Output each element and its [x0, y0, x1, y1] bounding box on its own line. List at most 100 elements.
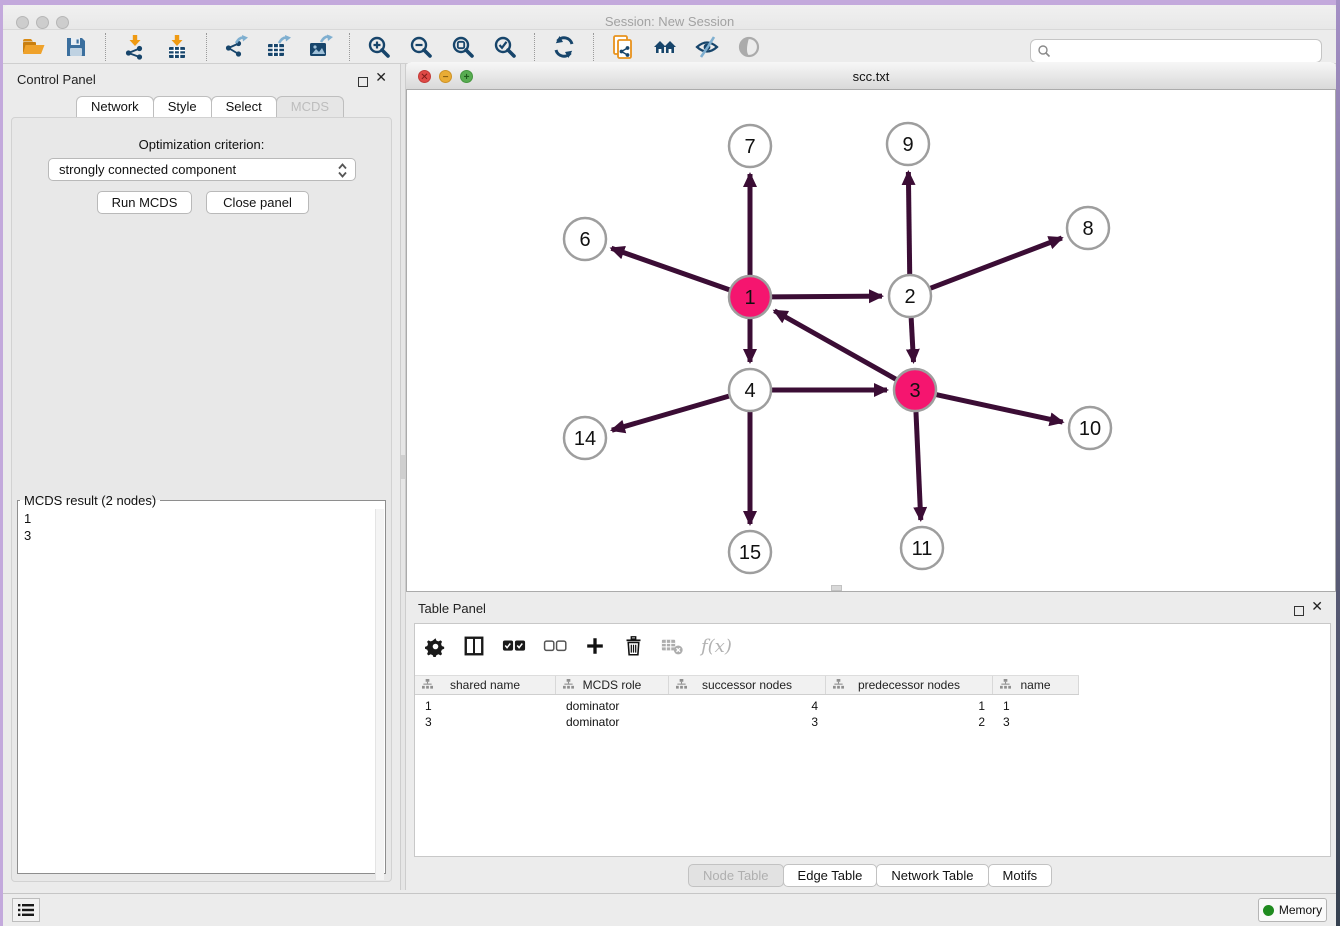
split-view-icon[interactable] [463, 635, 485, 657]
cell-name: 3 [993, 714, 1079, 730]
table-row[interactable]: 3dominator323 [415, 714, 1079, 730]
search-icon [1037, 44, 1051, 58]
svg-text:8: 8 [1082, 218, 1093, 240]
column-header-name[interactable]: name [993, 676, 1079, 694]
close-panel-button[interactable]: Close panel [206, 191, 309, 214]
network-scrollbar-thumb[interactable] [831, 585, 842, 591]
toolbar-separator [105, 33, 106, 61]
node-7[interactable]: 7 [729, 125, 771, 167]
node-1[interactable]: 1 [729, 276, 771, 318]
dropdown-value: strongly connected component [59, 162, 236, 177]
mcds-result-box: MCDS result (2 nodes) 1 3 [17, 493, 386, 874]
node-15[interactable]: 15 [729, 531, 771, 573]
control-panel-tabs: NetworkStyleSelectMCDS [77, 96, 344, 117]
edge-2-3[interactable] [911, 318, 913, 362]
copy-network-icon[interactable] [610, 34, 636, 60]
column-header-MCDS-role[interactable]: MCDS role [556, 676, 669, 694]
svg-text:10: 10 [1079, 418, 1101, 440]
tab-network[interactable]: Network [76, 96, 154, 117]
memory-status-icon [1263, 905, 1274, 916]
run-mcds-button[interactable]: Run MCDS [97, 191, 192, 214]
node-14[interactable]: 14 [564, 417, 606, 459]
node-2[interactable]: 2 [889, 275, 931, 317]
toolbar-separator [349, 33, 350, 61]
open-folder-icon[interactable] [21, 34, 47, 60]
edge-1-2[interactable] [772, 296, 882, 297]
tab-edge-table[interactable]: Edge Table [783, 864, 878, 887]
mcds-result-lines: 1 3 [18, 508, 385, 544]
control-panel-title: Control Panel [17, 72, 96, 87]
table-row[interactable]: 1dominator411 [415, 698, 1079, 714]
table-header[interactable]: shared nameMCDS rolesuccessor nodesprede… [415, 675, 1079, 695]
tab-network-table[interactable]: Network Table [876, 864, 988, 887]
optimization-label: Optimization criterion: [3, 137, 400, 152]
search-input[interactable] [1030, 39, 1322, 63]
tab-style[interactable]: Style [153, 96, 212, 117]
cell-successor-nodes: 4 [669, 698, 826, 714]
toolbar-separator [206, 33, 207, 61]
tab-motifs[interactable]: Motifs [988, 864, 1053, 887]
node-8[interactable]: 8 [1067, 207, 1109, 249]
node-9[interactable]: 9 [887, 123, 929, 165]
import-table-icon[interactable] [164, 34, 190, 60]
homes-icon[interactable] [652, 34, 678, 60]
node-4[interactable]: 4 [729, 369, 771, 411]
node-3[interactable]: 3 [894, 369, 936, 411]
cell-name: 1 [993, 698, 1079, 714]
edge-4-14[interactable] [612, 396, 729, 430]
zoom-out-icon[interactable] [408, 34, 434, 60]
float-table-panel-icon[interactable] [1294, 603, 1304, 621]
node-10[interactable]: 10 [1069, 407, 1111, 449]
column-header-shared-name[interactable]: shared name [415, 676, 556, 694]
add-icon[interactable] [584, 635, 606, 657]
edge-1-6[interactable] [611, 248, 729, 289]
search-field[interactable] [1030, 39, 1322, 63]
result-scrollbar[interactable] [375, 509, 384, 880]
memory-button[interactable]: Memory [1258, 898, 1327, 922]
splitter-handle[interactable] [401, 455, 405, 479]
edge-2-8[interactable] [931, 238, 1062, 288]
select-all-icon[interactable] [502, 639, 526, 653]
export-network-icon[interactable] [223, 34, 249, 60]
refresh-layout-icon[interactable] [551, 34, 577, 60]
title-bar: Session: New Session [3, 5, 1336, 30]
close-table-panel-icon[interactable]: ✕ [1311, 601, 1323, 611]
svg-text:6: 6 [579, 229, 590, 251]
function-icon: f(x) [701, 636, 732, 657]
float-panel-icon[interactable] [358, 74, 368, 92]
edge-3-11[interactable] [916, 412, 921, 520]
close-panel-icon[interactable]: ✕ [375, 72, 387, 82]
edge-3-1[interactable] [774, 311, 895, 379]
column-header-predecessor-nodes[interactable]: predecessor nodes [826, 676, 993, 694]
column-header-successor-nodes[interactable]: successor nodes [669, 676, 826, 694]
export-image-icon[interactable] [307, 34, 333, 60]
optimization-dropdown[interactable]: strongly connected component [48, 158, 356, 181]
node-6[interactable]: 6 [564, 218, 606, 260]
main-toolbar [3, 31, 1336, 64]
memory-label: Memory [1279, 903, 1322, 917]
deselect-all-icon[interactable] [543, 639, 567, 653]
cell-predecessor-nodes: 2 [826, 714, 993, 730]
zoom-fit-icon[interactable] [450, 34, 476, 60]
save-icon[interactable] [63, 34, 89, 60]
import-network-icon[interactable] [122, 34, 148, 60]
gear-icon[interactable] [425, 636, 446, 657]
status-bar: Memory [3, 893, 1336, 926]
zoom-selected-icon[interactable] [492, 34, 518, 60]
toolbar-separator [593, 33, 594, 61]
zoom-in-icon[interactable] [366, 34, 392, 60]
export-table-icon[interactable] [265, 34, 291, 60]
tab-node-table[interactable]: Node Table [688, 864, 784, 887]
edge-3-10[interactable] [936, 395, 1062, 422]
task-history-button[interactable] [12, 898, 40, 922]
network-graph[interactable]: 7 9 6 8 1 2 4 3 14 10 15 11 [406, 90, 1334, 590]
control-panel: Control Panel ✕ NetworkStyleSelectMCDS O… [3, 64, 400, 890]
tab-mcds[interactable]: MCDS [276, 96, 344, 117]
edge-2-9[interactable] [908, 172, 909, 274]
trash-icon[interactable] [623, 635, 644, 657]
node-11[interactable]: 11 [901, 527, 943, 569]
hide-details-icon[interactable] [694, 34, 720, 60]
table-panel-title: Table Panel [418, 601, 486, 616]
tab-select[interactable]: Select [211, 96, 277, 117]
cell-successor-nodes: 3 [669, 714, 826, 730]
